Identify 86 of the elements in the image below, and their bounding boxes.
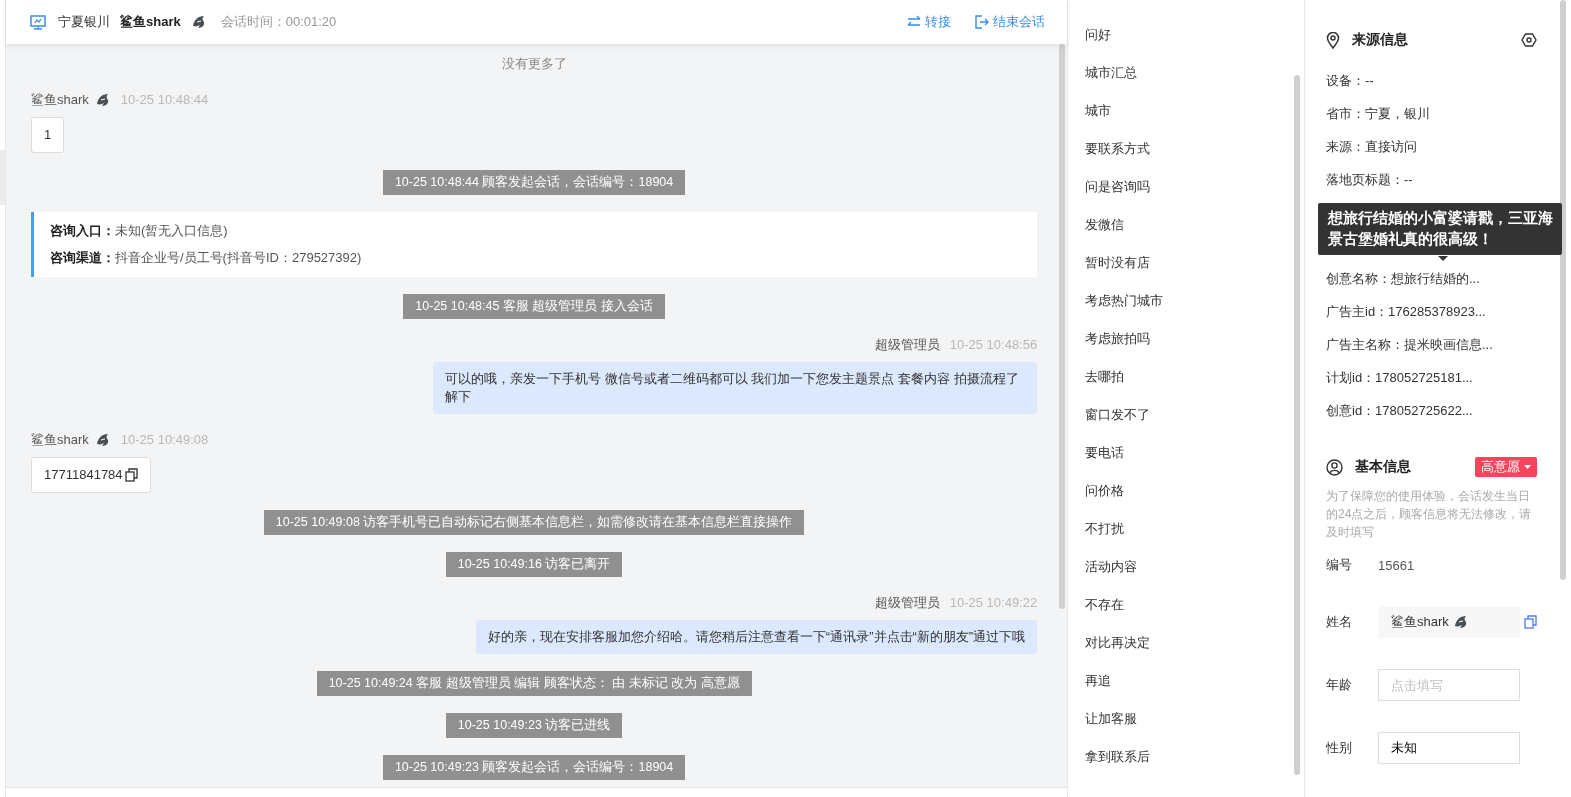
shark-icon — [1452, 614, 1469, 630]
quick-reply-item[interactable]: 考虑热门城市 — [1068, 282, 1304, 320]
hint-text: 为了保障您的使用体验，会话发生当日的24点之后，顾客信息将无法修改，请及时填写 — [1326, 488, 1533, 541]
quick-reply-item[interactable]: 对比再决定 — [1068, 624, 1304, 662]
quick-reply-item[interactable]: 问价格 — [1068, 472, 1304, 510]
entry-info-line: 咨询渠道：抖音企业号/员工号(抖音号ID：279527392) — [50, 249, 363, 267]
copy-icon — [124, 468, 138, 482]
system-message: 10-25 10:49:23 访客已进线 — [445, 713, 623, 738]
quick-reply-item[interactable]: 拿到联系后 — [1068, 738, 1304, 776]
swap-icon — [907, 15, 922, 29]
sender-name: 鲨鱼shark — [31, 91, 89, 109]
field-label: 年龄 — [1326, 676, 1353, 694]
tooltip-arrow-icon — [1438, 256, 1448, 261]
monitor-icon — [30, 14, 46, 30]
header-action-button[interactable]: 转接 — [907, 13, 952, 31]
quick-reply-item[interactable]: 不存在 — [1068, 586, 1304, 624]
entry-info-line: 咨询入口：未知(暂无入口信息) — [50, 222, 229, 240]
location-text: 宁夏银川 — [58, 13, 110, 31]
sender-name: 超级管理员 — [874, 594, 940, 612]
shark-icon — [94, 92, 111, 108]
quick-reply-item[interactable]: 暂时没有店 — [1068, 244, 1304, 282]
message-bubble: 好的亲，现在安排客服加您介绍哈。请您稍后注意查看一下“通讯录”并点击“新的朋友”通过下哦 — [475, 620, 1038, 654]
message-bubble: 1 — [31, 117, 65, 153]
source-info-row-text: 广告主名称：提米映画信息... — [1326, 336, 1494, 354]
input-field[interactable]: 未知 — [1378, 732, 1520, 764]
field-label: 姓名 — [1326, 613, 1353, 631]
field-label: 编号 — [1326, 556, 1353, 574]
source-info-row-text: 创意id：178052725622... — [1326, 402, 1474, 420]
quick-reply-item[interactable]: 不打扰 — [1068, 510, 1304, 548]
visitor-name: 鲨鱼shark — [120, 13, 181, 31]
field-label: 性别 — [1326, 739, 1353, 757]
quick-reply-item[interactable]: 问好 — [1068, 16, 1304, 54]
quick-reply-item[interactable]: 城市汇总 — [1068, 54, 1304, 92]
source-info-row-text: 来源：直接访问 — [1326, 138, 1418, 156]
header-action-button[interactable]: 结束会话 — [975, 13, 1046, 31]
system-message: 10-25 10:49:16 访客已离开 — [445, 552, 623, 577]
sender-name: 鲨鱼shark — [31, 431, 89, 449]
exit-icon — [975, 15, 990, 29]
source-info-row-text: 广告主id：176285378923... — [1326, 303, 1487, 321]
message-bubble: 17711841784 — [31, 457, 151, 493]
scrollbar[interactable] — [1560, 0, 1566, 580]
source-info-row-text: 省市：宁夏，银川 — [1326, 105, 1431, 123]
quick-reply-item[interactable]: 去哪拍 — [1068, 358, 1304, 396]
scrollbar[interactable] — [1294, 75, 1300, 775]
user-circle-icon — [1326, 458, 1343, 476]
quick-reply-item[interactable]: 考虑旅拍吗 — [1068, 320, 1304, 358]
source-info-row-text: 计划id：178052725181... — [1326, 369, 1474, 387]
message-time: 10-25 10:48:44 — [120, 91, 209, 109]
no-more-text: 没有更多了 — [500, 55, 568, 73]
field-value: 15661 — [1378, 557, 1415, 573]
quick-reply-item[interactable]: 问是咨询吗 — [1068, 168, 1304, 206]
intent-dropdown[interactable]: 高意愿 — [1475, 457, 1537, 477]
copy-icon — [1524, 615, 1537, 629]
quick-reply-item[interactable]: 城市 — [1068, 92, 1304, 130]
sender-name: 超级管理员 — [874, 336, 940, 354]
system-message: 10-25 10:49:24 客服 超级管理员 编辑 顾客状态： 由 未标记 改为 高意愿 — [316, 671, 752, 696]
source-info-row-text: 设备：-- — [1326, 72, 1375, 90]
quick-reply-item[interactable]: 让加客服 — [1068, 700, 1304, 738]
quick-reply-item[interactable]: 活动内容 — [1068, 548, 1304, 586]
tooltip: 想旅行结婚的小富婆请戳，三亚海景古堡婚礼真的很高级！ — [1318, 203, 1562, 255]
system-message: 10-25 10:48:44 顾客发起会话，会话编号：18904 — [382, 170, 686, 195]
message-time: 10-25 10:49:08 — [120, 431, 209, 449]
location-pin-icon — [1326, 31, 1340, 49]
system-message: 10-25 10:49:08 访客手机号已自动标记右侧基本信息栏，如需修改请在基本信息栏直接操作 — [263, 510, 805, 535]
message-bubble: 可以的哦，亲发一下手机号 微信号或者二维码都可以 我们加一下您发主题景点 套餐内容 拍摄流程了解下 — [433, 362, 1038, 414]
message-time: 10-25 10:49:22 — [949, 594, 1038, 612]
section-title: 来源信息 — [1352, 31, 1408, 49]
message-time: 10-25 10:48:56 — [949, 336, 1038, 354]
session-time: 会话时间：00:01:20 — [220, 13, 337, 31]
section-title: 基本信息 — [1355, 458, 1411, 476]
caret-icon — [1524, 465, 1531, 469]
system-message: 10-25 10:49:23 顾客发起会话，会话编号：18904 — [382, 755, 686, 780]
system-message: 10-25 10:48:45 客服 超级管理员 接入会话 — [403, 294, 665, 319]
settings-icon — [1521, 32, 1537, 48]
quick-reply-item[interactable]: 发微信 — [1068, 206, 1304, 244]
name-field[interactable]: 鲨鱼shark — [1378, 606, 1520, 638]
quick-reply-item[interactable]: 要联系方式 — [1068, 130, 1304, 168]
shark-icon — [94, 432, 111, 448]
scrollbar[interactable] — [1059, 44, 1066, 609]
quick-reply-item[interactable]: 再追 — [1068, 662, 1304, 700]
quick-reply-item[interactable]: 窗口发不了 — [1068, 396, 1304, 434]
shark-icon — [190, 14, 207, 30]
quick-reply-item[interactable]: 要电话 — [1068, 434, 1304, 472]
source-info-row-text: 落地页标题：-- — [1326, 171, 1414, 189]
input-field[interactable]: 点击填写 — [1378, 669, 1520, 701]
source-info-row-text: 创意名称：想旅行结婚的... — [1326, 270, 1481, 288]
